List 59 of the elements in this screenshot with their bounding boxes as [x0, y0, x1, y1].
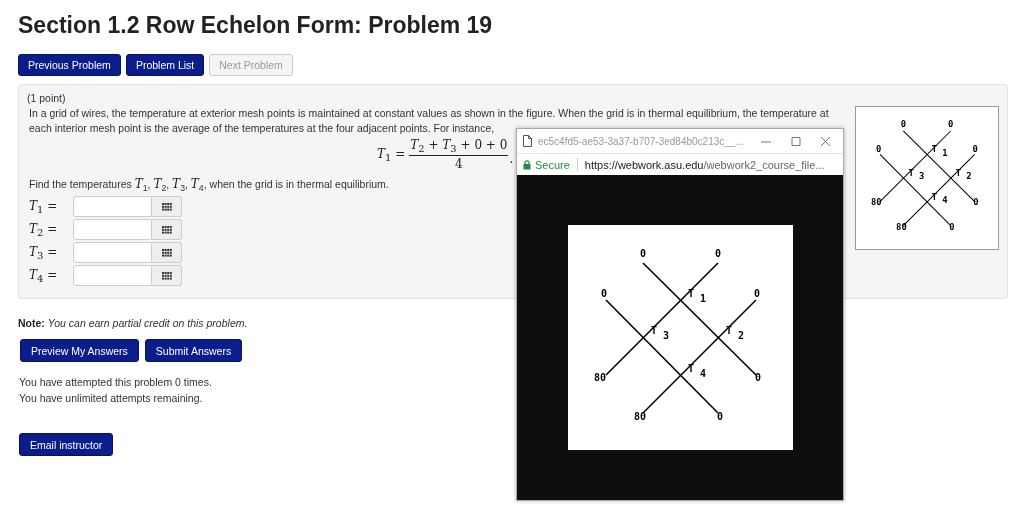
question-text: Find the temperatures T$_{1}$, T$_{2}$, T$_{3}$, T$_{4}$, when the grid is in thermal equilibrium. [29, 177, 390, 194]
node-label: T 3 [908, 167, 925, 181]
attempts-text: You have attempted this problem 0 times. [19, 375, 212, 390]
palette-button[interactable] [152, 242, 182, 264]
submit-button[interactable]: Preview My Answers [20, 339, 139, 362]
answer-label: T$_{4}$ = [28, 267, 59, 285]
answer-field[interactable] [73, 196, 152, 218]
nav-button[interactable]: Problem List [125, 54, 205, 76]
note-text: Note: You can earn partial credit on this problem. [18, 317, 249, 329]
node-label: T 4 [931, 191, 948, 205]
temperature-label: 80 [896, 222, 907, 233]
grid-icon [161, 226, 172, 234]
formula-numerator: T$_{2}$ + T$_{3}$ + 0 + 0 [409, 138, 509, 157]
temperature-label: 0 [753, 288, 760, 299]
temperature-label: 0 [754, 372, 761, 383]
palette-button[interactable] [152, 196, 182, 218]
node-label: T 2 [955, 167, 972, 181]
answer-field[interactable] [73, 265, 152, 287]
problem-text: In a grid of wires, the temperature at exterior mesh points is maintained at constant values as shown in the figure. When the grid is in thermal equilibrium, the temperature at each interior mesh point is the average of the temperatures at the four adjacent points. For instance, [29, 106, 830, 136]
temperature-label: 0 [716, 411, 723, 422]
attempts-text: You have unlimited attempts remaining. [19, 391, 203, 406]
points-label: (1 point) [27, 92, 67, 104]
palette-button[interactable] [152, 219, 182, 241]
temperature-label: 0 [600, 288, 607, 299]
window-title: ec5c4fd5-ae53-3a37-b707-3ed84b0c213c__... [538, 135, 745, 147]
temperature-label: 0 [948, 119, 954, 130]
temperature-label: 0 [949, 222, 955, 233]
page-title: Section 1.2 Row Echelon Form: Problem 19 [18, 12, 494, 39]
temperature-label: 0 [876, 144, 882, 155]
email-button[interactable]: Email instructor [19, 433, 114, 456]
maximize-icon[interactable] [789, 135, 803, 147]
close-icon[interactable] [819, 135, 833, 147]
file-icon [523, 135, 532, 147]
grid-icon [161, 272, 172, 280]
grid-icon [161, 249, 172, 257]
formula-lhs: T$_{1}$ = [377, 146, 406, 163]
temperature-label: 0 [900, 119, 906, 130]
temperature-label: 0 [714, 248, 721, 259]
grid-icon [161, 203, 172, 211]
answer-label: T$_{1}$ = [28, 198, 59, 216]
temperature-label: 80 [870, 197, 882, 208]
answer-field[interactable] [73, 242, 152, 264]
node-label: T 1 [931, 144, 948, 158]
formula-denominator: 4 [455, 156, 463, 172]
answer-label: T$_{2}$ = [28, 221, 59, 239]
answer-field[interactable] [73, 219, 152, 241]
lock-icon [523, 159, 531, 170]
secure-label: Secure [535, 158, 570, 171]
url-text[interactable]: https://webwork.asu.edu/webwork2_course_file... [584, 158, 825, 171]
temperature-label: 0 [972, 144, 978, 155]
temperature-label: 0 [973, 197, 979, 208]
temperature-label: 80 [633, 411, 646, 422]
palette-button[interactable] [152, 265, 182, 287]
submit-button[interactable]: Submit Answers [144, 339, 243, 362]
formula-period: . [509, 151, 514, 166]
temperature-label: 0 [639, 248, 646, 259]
temperature-label: 80 [593, 372, 606, 383]
answer-label: T$_{3}$ = [28, 244, 59, 262]
nav-button[interactable]: Previous Problem [18, 54, 121, 76]
